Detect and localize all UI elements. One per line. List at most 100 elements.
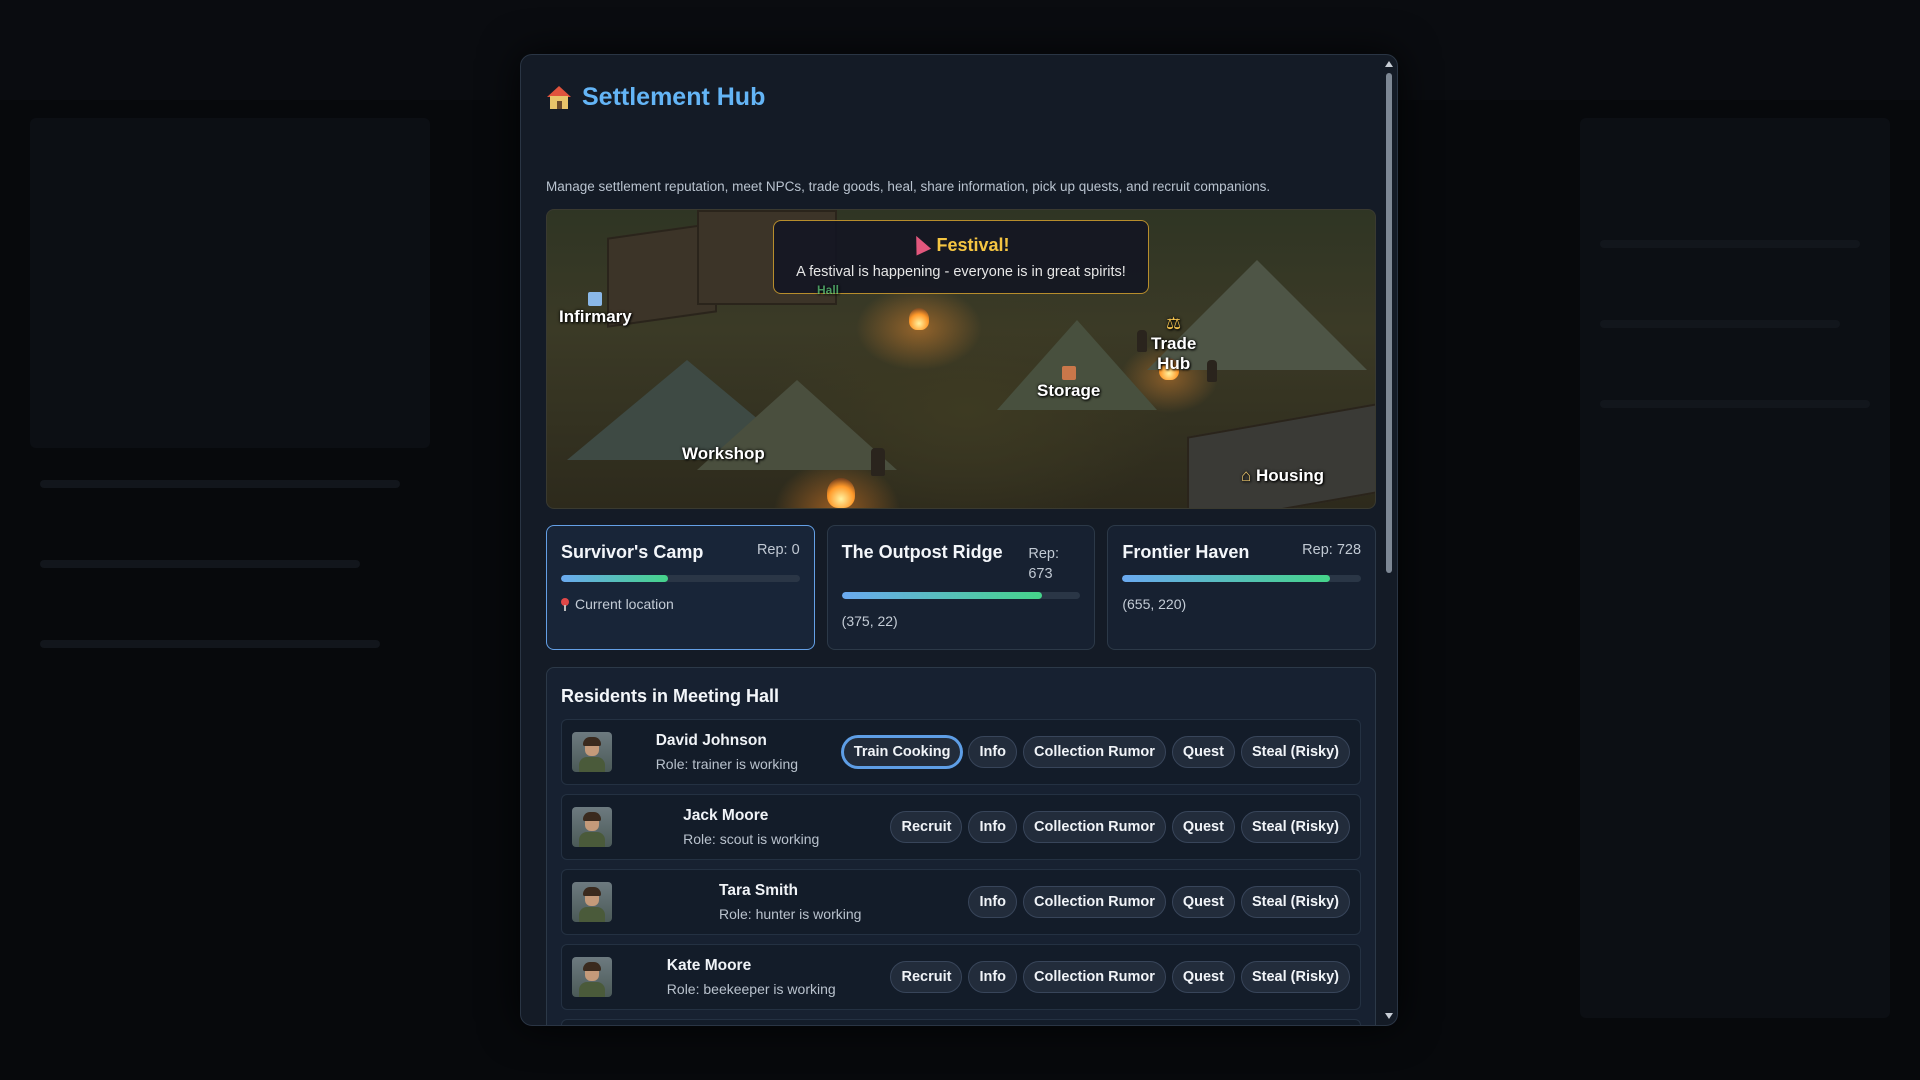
scale-icon: ⚖ — [1166, 314, 1182, 333]
scenery-person — [1207, 360, 1217, 382]
resident-row: Kate Moore Role: beekeeper is working Recr… — [561, 944, 1361, 1010]
house-icon — [546, 85, 572, 110]
collection-rumor-button[interactable]: Collection Rumor — [1023, 886, 1166, 918]
resident-role: Role: scout is working — [683, 831, 820, 847]
recruit-button[interactable]: Recruit — [890, 811, 963, 843]
resident-name: Kate Moore — [666, 957, 752, 974]
resident-row: Jack Moore Role: scout is working Recruit I… — [561, 794, 1361, 860]
train-cooking-button[interactable]: Train Cooking — [841, 736, 963, 768]
reputation-bar — [1122, 575, 1362, 582]
festival-text: A festival is happening - everyone is in… — [796, 264, 1126, 280]
location-infirmary[interactable]: Infirmary — [559, 292, 632, 327]
background-line — [1600, 400, 1870, 408]
quest-button[interactable]: Quest — [1171, 886, 1235, 918]
scroll-thumb[interactable] — [1386, 73, 1392, 573]
steal-risky-button[interactable]: Steal (Risky) — [1240, 736, 1350, 768]
collection-rumor-button[interactable]: Collection Rumor — [1023, 736, 1166, 768]
info-button[interactable]: Info — [968, 886, 1018, 918]
background-line — [40, 560, 360, 568]
background-line — [40, 480, 400, 488]
recruit-button[interactable]: Recruit — [890, 961, 963, 993]
residents-panel: Residents in Meeting Hall David Johnson R… — [546, 667, 1376, 1025]
box-icon — [1061, 366, 1076, 380]
info-button[interactable]: Info — [968, 811, 1018, 843]
location-trade-hub[interactable]: ⚖ Trade Hub — [1151, 294, 1196, 374]
settlement-name: Frontier Haven — [1122, 542, 1250, 562]
steal-risky-button[interactable]: Steal (Risky) — [1240, 961, 1350, 993]
house-small-icon: ⌂ — [1241, 466, 1252, 485]
avatar — [572, 882, 612, 922]
steal-risky-button[interactable]: Steal (Risky) — [1240, 886, 1350, 918]
scroll-down-arrow-icon[interactable] — [1385, 1013, 1393, 1019]
location-housing-label: Housing — [1256, 466, 1325, 485]
background-line — [1600, 320, 1840, 328]
resident-info: Jack Moore Role: scout is working — [612, 807, 890, 847]
resident-actions: Recruit Info Collection Rumor Quest Steal (R… — [890, 961, 1350, 993]
resident-row: David Johnson Role: trainer is working Tra… — [561, 719, 1361, 785]
quest-button[interactable]: Quest — [1171, 961, 1235, 993]
collection-rumor-button[interactable]: Collection Rumor — [1023, 961, 1166, 993]
resident-name: David Johnson — [655, 732, 767, 749]
pin-icon — [561, 598, 569, 611]
background-panel-right — [1580, 118, 1890, 1018]
background-panel-left — [30, 118, 430, 448]
modal-header: Settlement Hub — [546, 83, 765, 112]
resident-name: Tara Smith — [719, 882, 798, 899]
location-storage-label: Storage — [1037, 381, 1101, 400]
residents-title: Residents in Meeting Hall — [561, 686, 780, 706]
settlement-hub-modal: Settlement Hub Manage settlement reputat… — [520, 54, 1398, 1026]
modal-title: Settlement Hub — [582, 83, 766, 111]
scenery-person — [1137, 330, 1147, 352]
settlement-rep: Rep: 728 — [1302, 542, 1362, 558]
resident-info: David Johnson Role: trainer is working — [612, 732, 842, 772]
settlement-coordinates: (375, 22) — [841, 613, 898, 629]
avatar — [572, 807, 612, 847]
info-button[interactable]: Info — [968, 961, 1018, 993]
resident-info: Kate Moore Role: beekeeper is working — [612, 957, 890, 997]
resident-role: Role: beekeeper is working — [666, 981, 836, 997]
resident-actions: Train Cooking Info Collection Rumor Quest St… — [841, 736, 1350, 768]
party-popper-icon — [909, 232, 932, 256]
settlement-coordinates: (655, 220) — [1122, 596, 1187, 612]
hospital-icon — [588, 292, 603, 306]
settlement-card-outpost-ridge[interactable]: The Outpost Ridge Rep: 673 (375, 22) — [826, 525, 1096, 650]
background-line — [1600, 240, 1860, 248]
campfire — [909, 308, 929, 330]
quest-button[interactable]: Quest — [1171, 811, 1235, 843]
resident-actions: Recruit Info Collection Rumor Quest Steal (R… — [890, 811, 1350, 843]
resident-row: Tara Smith Role: hunter is working Info Col… — [561, 869, 1361, 935]
resident-info: Tara Smith Role: hunter is working — [612, 882, 968, 922]
scroll-up-arrow-icon[interactable] — [1385, 61, 1393, 67]
resident-role: Role: trainer is working — [655, 756, 799, 772]
festival-title: Festival! — [774, 232, 1148, 256]
festival-title-text: Festival! — [936, 235, 1010, 255]
resident-name: Jack Moore — [683, 807, 769, 824]
modal-scrollbar[interactable] — [1385, 61, 1393, 1019]
settlement-card-frontier-haven[interactable]: Frontier Haven Rep: 728 (655, 220) — [1107, 525, 1377, 650]
collection-rumor-button[interactable]: Collection Rumor — [1023, 811, 1166, 843]
settlement-list: Survivor's Camp Rep: 0 Current location … — [546, 525, 1377, 650]
location-trade-hub-label: Trade Hub — [1151, 334, 1197, 373]
location-housing[interactable]: ⌂ Housing — [1241, 466, 1324, 486]
modal-subtitle: Manage settlement reputation, meet NPCs,… — [546, 179, 1271, 194]
scenery-person — [871, 448, 885, 476]
settlement-name: The Outpost Ridge — [841, 542, 1003, 562]
resident-row: Yasmin DavisRole: fisher is workingInfoC… — [561, 1019, 1361, 1025]
settlement-rep: Rep: 0 — [756, 542, 800, 558]
avatar — [572, 957, 612, 997]
resident-role: Role: hunter is working — [719, 906, 862, 922]
location-hall[interactable]: Hall — [817, 280, 839, 300]
settlement-rep: Rep: 673 — [1028, 546, 1059, 582]
reputation-bar — [561, 575, 800, 582]
info-button[interactable]: Info — [968, 736, 1018, 768]
campfire — [827, 478, 855, 508]
location-workshop[interactable]: Workshop — [682, 444, 765, 464]
settlement-name: Survivor's Camp — [561, 542, 704, 562]
quest-button[interactable]: Quest — [1171, 736, 1235, 768]
location-storage[interactable]: Storage — [1037, 366, 1100, 401]
resident-actions: Info Collection Rumor Quest Steal (Risky) — [968, 886, 1350, 918]
settlement-card-survivors-camp[interactable]: Survivor's Camp Rep: 0 Current location — [546, 525, 815, 650]
current-location-label: Current location — [575, 596, 674, 612]
steal-risky-button[interactable]: Steal (Risky) — [1240, 811, 1350, 843]
settlement-location-info: Current location — [561, 596, 800, 612]
